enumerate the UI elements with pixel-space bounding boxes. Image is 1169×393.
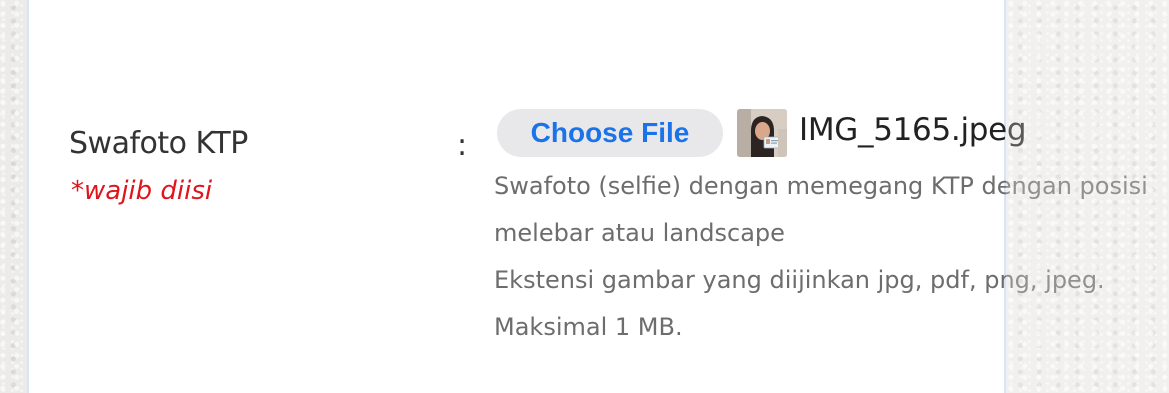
selfie-thumbnail-icon (737, 109, 787, 157)
help-text-line: Maksimal 1 MB. (494, 313, 683, 341)
help-text-line: melebar atau landscape (494, 219, 785, 247)
field-separator: : (457, 128, 468, 163)
choose-file-button[interactable]: Choose File (497, 109, 723, 157)
background-texture-overlay (1006, 0, 1169, 393)
file-thumbnail (737, 109, 787, 157)
selected-file-name: IMG_5165.jpeg (799, 112, 1027, 148)
required-note: *wajib diisi (71, 176, 213, 206)
field-label: Swafoto KTP (69, 126, 248, 161)
